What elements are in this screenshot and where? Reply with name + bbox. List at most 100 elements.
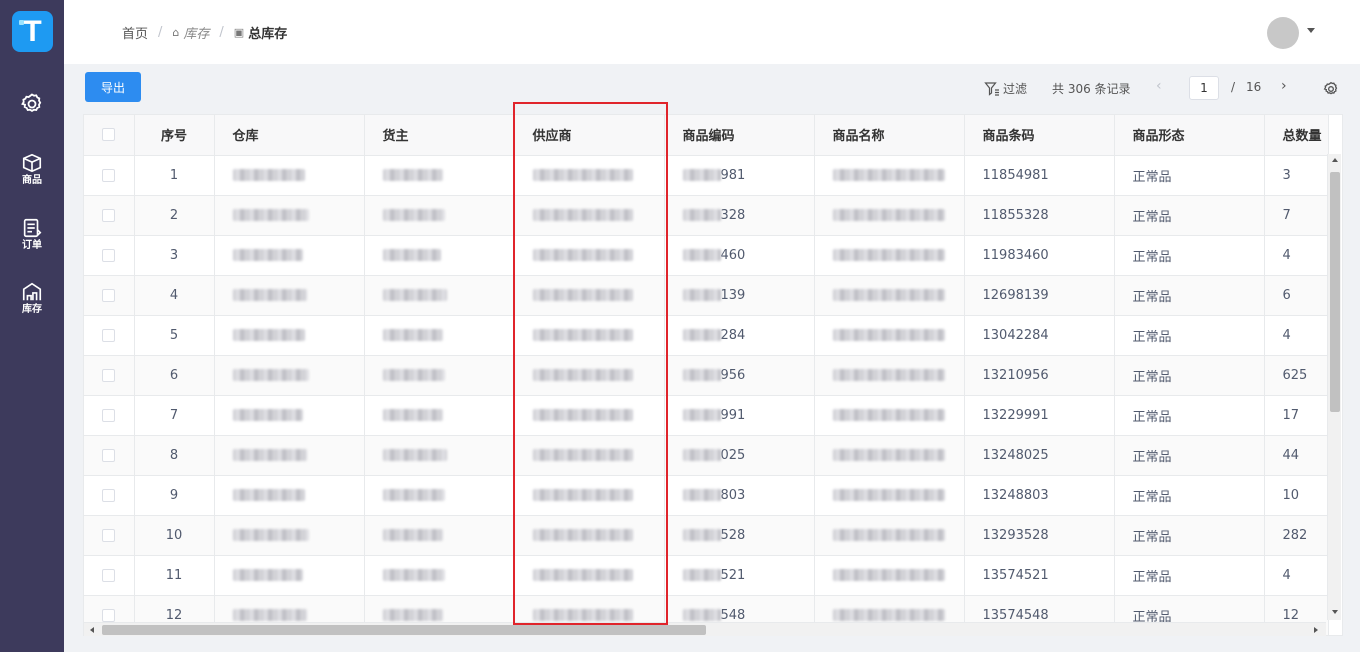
chevron-left-icon[interactable]: ‹ bbox=[1156, 78, 1162, 94]
cell-product-code: 956 bbox=[664, 355, 815, 396]
column-header[interactable]: 总数量 bbox=[1264, 115, 1329, 156]
table-row[interactable]: 7 991 13229991 正常品 17 bbox=[84, 395, 1329, 436]
calendar-icon: ▣ bbox=[233, 26, 245, 39]
export-button[interactable]: 导出 bbox=[85, 72, 141, 102]
cell-seq: 2 bbox=[134, 195, 215, 236]
redacted-text bbox=[532, 169, 633, 181]
column-header[interactable]: 货主 bbox=[364, 115, 515, 156]
row-checkbox[interactable] bbox=[102, 608, 116, 622]
table-row[interactable]: 2 328 11855328 正常品 7 bbox=[84, 195, 1329, 236]
row-checkbox-cell[interactable] bbox=[84, 555, 135, 596]
row-checkbox[interactable] bbox=[102, 408, 116, 422]
redacted-text bbox=[832, 369, 945, 381]
box-icon bbox=[22, 153, 42, 173]
column-header[interactable]: 商品编码 bbox=[664, 115, 815, 156]
row-checkbox-cell[interactable] bbox=[84, 315, 135, 356]
cell-owner bbox=[364, 435, 515, 476]
row-checkbox-cell[interactable] bbox=[84, 435, 135, 476]
vertical-scrollbar[interactable] bbox=[1327, 154, 1341, 620]
row-checkbox-cell[interactable] bbox=[84, 515, 135, 556]
redacted-text bbox=[682, 329, 721, 341]
table-row[interactable]: 5 284 13042284 正常品 4 bbox=[84, 315, 1329, 356]
cell-owner bbox=[364, 235, 515, 276]
avatar[interactable] bbox=[1267, 17, 1299, 49]
app-logo[interactable]: T bbox=[12, 11, 53, 52]
cell-product-code: 284 bbox=[664, 315, 815, 356]
table-row[interactable]: 8 025 13248025 正常品 44 bbox=[84, 435, 1329, 476]
row-checkbox-cell[interactable] bbox=[84, 235, 135, 276]
table-row[interactable]: 3 460 11983460 正常品 4 bbox=[84, 235, 1329, 276]
breadcrumb-inventory[interactable]: 库存 bbox=[183, 23, 209, 42]
row-checkbox-cell[interactable] bbox=[84, 395, 135, 436]
select-all-checkbox-cell[interactable] bbox=[84, 115, 135, 156]
cell-qty: 4 bbox=[1264, 315, 1329, 356]
cell-form: 正常品 bbox=[1114, 235, 1265, 276]
scroll-left-icon[interactable] bbox=[90, 627, 94, 633]
table-row[interactable]: 4 139 12698139 正常品 6 bbox=[84, 275, 1329, 316]
column-header[interactable]: 商品形态 bbox=[1114, 115, 1265, 156]
code-tail: 803 bbox=[720, 487, 746, 503]
cell-owner bbox=[364, 195, 515, 236]
row-checkbox[interactable] bbox=[102, 288, 116, 302]
column-header[interactable]: 商品条码 bbox=[964, 115, 1115, 156]
column-header-supplier[interactable]: 供应商 bbox=[514, 115, 665, 156]
scrollbar-thumb[interactable] bbox=[102, 625, 706, 635]
row-checkbox[interactable] bbox=[102, 328, 116, 342]
horizontal-scrollbar[interactable] bbox=[84, 622, 1326, 636]
row-checkbox-cell[interactable] bbox=[84, 195, 135, 236]
row-checkbox[interactable] bbox=[102, 208, 116, 222]
table-row[interactable]: 11 521 13574521 正常品 4 bbox=[84, 555, 1329, 596]
row-checkbox-cell[interactable] bbox=[84, 155, 135, 196]
redacted-text bbox=[532, 489, 633, 501]
breadcrumb-home[interactable]: 首页 bbox=[122, 23, 148, 42]
filter-button[interactable]: 过滤 bbox=[984, 80, 1027, 97]
cell-seq: 7 bbox=[134, 395, 215, 436]
order-icon bbox=[23, 218, 42, 238]
cell-qty: 4 bbox=[1264, 555, 1329, 596]
chevron-right-icon[interactable]: › bbox=[1281, 78, 1287, 94]
scroll-right-icon[interactable] bbox=[1314, 627, 1318, 633]
row-checkbox[interactable] bbox=[102, 528, 116, 542]
cell-owner bbox=[364, 155, 515, 196]
row-checkbox[interactable] bbox=[102, 448, 116, 462]
table-row[interactable]: 1 981 11854981 正常品 3 bbox=[84, 155, 1329, 196]
row-checkbox[interactable] bbox=[102, 568, 116, 582]
table-row[interactable]: 10 528 13293528 正常品 282 bbox=[84, 515, 1329, 556]
redacted-text bbox=[532, 289, 633, 301]
column-settings-button[interactable] bbox=[1323, 81, 1339, 101]
redacted-text bbox=[682, 289, 721, 301]
row-checkbox-cell[interactable] bbox=[84, 275, 135, 316]
scroll-up-icon[interactable] bbox=[1332, 158, 1338, 162]
row-checkbox-cell[interactable] bbox=[84, 475, 135, 516]
sidebar-item-settings[interactable] bbox=[0, 92, 64, 116]
row-checkbox[interactable] bbox=[102, 168, 116, 182]
row-checkbox[interactable] bbox=[102, 248, 116, 262]
row-checkbox-cell[interactable] bbox=[84, 355, 135, 396]
cell-supplier bbox=[514, 515, 665, 556]
chevron-down-icon[interactable] bbox=[1307, 28, 1315, 33]
redacted-text bbox=[532, 369, 633, 381]
redacted-text bbox=[382, 489, 445, 501]
sidebar-item-inventory[interactable]: 库存 bbox=[0, 281, 64, 316]
cell-barcode: 13293528 bbox=[964, 515, 1115, 556]
sidebar-item-label: 库存 bbox=[22, 304, 42, 315]
filter-label: 过滤 bbox=[1003, 82, 1028, 96]
row-checkbox[interactable] bbox=[102, 368, 116, 382]
column-header[interactable]: 仓库 bbox=[214, 115, 365, 156]
scrollbar-thumb[interactable] bbox=[1330, 172, 1340, 412]
scroll-down-icon[interactable] bbox=[1332, 610, 1338, 614]
cell-supplier bbox=[514, 195, 665, 236]
row-checkbox[interactable] bbox=[102, 488, 116, 502]
sidebar-item-goods[interactable]: 商品 bbox=[0, 152, 64, 187]
sidebar-item-orders[interactable]: 订单 bbox=[0, 217, 64, 252]
select-all-checkbox[interactable] bbox=[102, 128, 116, 142]
table-row[interactable]: 6 956 13210956 正常品 625 bbox=[84, 355, 1329, 396]
cell-form: 正常品 bbox=[1114, 155, 1265, 196]
table-row[interactable]: 9 803 13248803 正常品 10 bbox=[84, 475, 1329, 516]
redacted-text bbox=[532, 409, 633, 421]
page-number-input[interactable] bbox=[1189, 76, 1219, 100]
cell-owner bbox=[364, 275, 515, 316]
cell-owner bbox=[364, 555, 515, 596]
column-header[interactable]: 商品名称 bbox=[814, 115, 965, 156]
column-header[interactable]: 序号 bbox=[134, 115, 215, 156]
